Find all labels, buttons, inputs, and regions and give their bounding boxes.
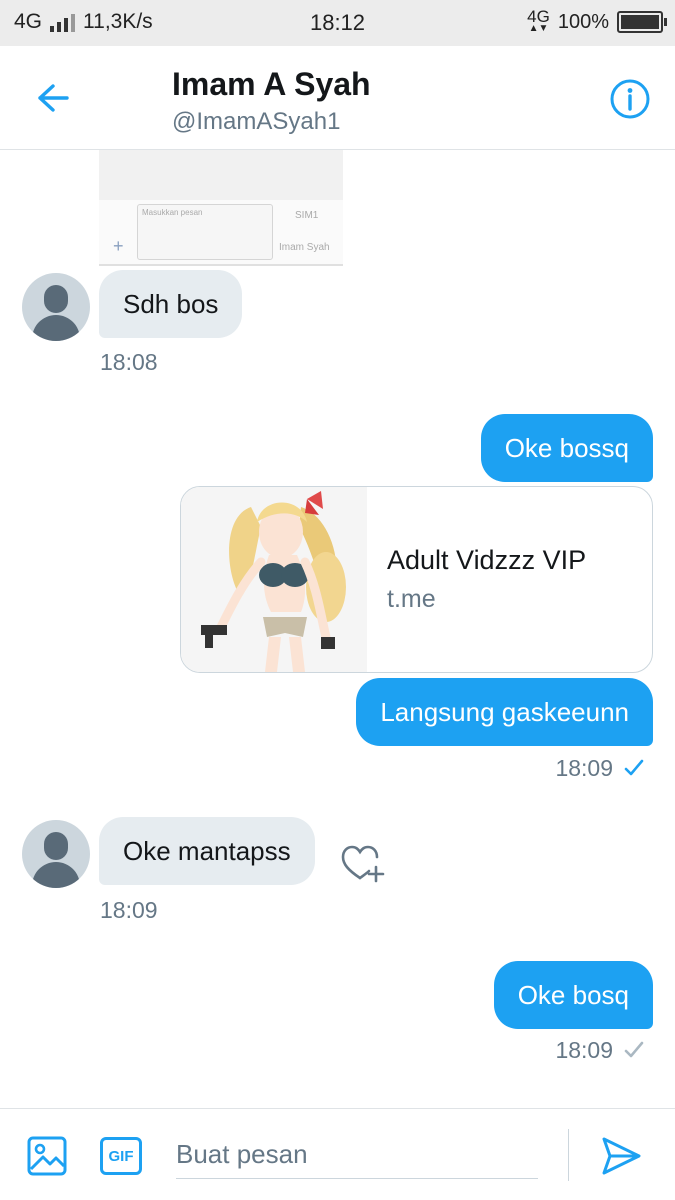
link-preview-image <box>181 487 367 672</box>
message-timestamp: 18:09 <box>555 1037 613 1063</box>
heart-plus-icon <box>341 845 385 883</box>
avatar[interactable] <box>22 273 90 341</box>
network-activity-icon: 4G ▲▼ <box>527 7 550 34</box>
screenshot-plus-icon: + <box>113 236 124 256</box>
send-icon <box>602 1137 641 1175</box>
screenshot-sim-label: SIM1 <box>295 210 319 221</box>
message-timestamp: 18:09 <box>555 755 613 781</box>
message-composer: GIF <box>0 1108 675 1200</box>
shared-screenshot-image[interactable]: Masukkan pesan + SIM1 Imam Syah <box>99 150 343 266</box>
back-button[interactable] <box>28 76 78 120</box>
screenshot-name-label: Imam Syah <box>279 242 330 253</box>
message-bubble-outgoing[interactable]: Oke bosq <box>493 961 653 1029</box>
image-icon <box>27 1136 67 1176</box>
message-timestamp: 18:08 <box>100 349 158 375</box>
message-bubble-incoming[interactable]: Sdh bos <box>99 270 243 338</box>
battery-icon <box>617 11 667 33</box>
battery-percent: 100% <box>557 10 609 33</box>
message-timestamp-row: 18:09 <box>555 755 645 782</box>
status-right: 4G ▲▼ 100% <box>527 7 667 34</box>
avatar[interactable] <box>22 820 90 888</box>
gif-button[interactable]: GIF <box>100 1137 142 1175</box>
message-bubble-incoming[interactable]: Oke mantapss <box>99 817 315 885</box>
conversation-header: Imam A Syah @ImamASyah1 <box>0 46 675 150</box>
message-bubble-outgoing[interactable]: Oke bossq <box>480 414 653 482</box>
read-check-icon <box>624 759 644 776</box>
contact-handle: @ImamASyah1 <box>172 108 341 135</box>
message-timestamp: 18:09 <box>100 897 158 923</box>
message-timestamp-row: 18:09 <box>555 1037 645 1064</box>
contact-name: Imam A Syah <box>172 66 371 102</box>
screenshot-input-placeholder: Masukkan pesan <box>137 204 273 260</box>
sent-check-icon <box>624 1041 644 1058</box>
arrow-left-icon <box>38 84 69 112</box>
message-input[interactable] <box>176 1131 538 1179</box>
anime-girl-illustration <box>181 487 367 672</box>
link-preview-card[interactable]: Adult Vidzzz VIP t.me <box>180 486 653 673</box>
message-bubble-outgoing[interactable]: Langsung gaskeeunn <box>356 678 653 746</box>
message-list[interactable]: Masukkan pesan + SIM1 Imam Syah Sdh bos … <box>0 150 675 1108</box>
link-domain: t.me <box>387 585 436 613</box>
composer-divider <box>568 1129 569 1181</box>
like-button[interactable] <box>340 844 386 886</box>
send-button[interactable] <box>598 1133 644 1179</box>
status-bar: 4G 11,3K/s 18:12 4G ▲▼ 100% <box>0 0 675 46</box>
info-button[interactable] <box>605 74 655 124</box>
info-circle-icon <box>610 79 650 119</box>
link-title: Adult Vidzzz VIP <box>387 545 587 575</box>
add-photo-button[interactable] <box>26 1135 68 1177</box>
